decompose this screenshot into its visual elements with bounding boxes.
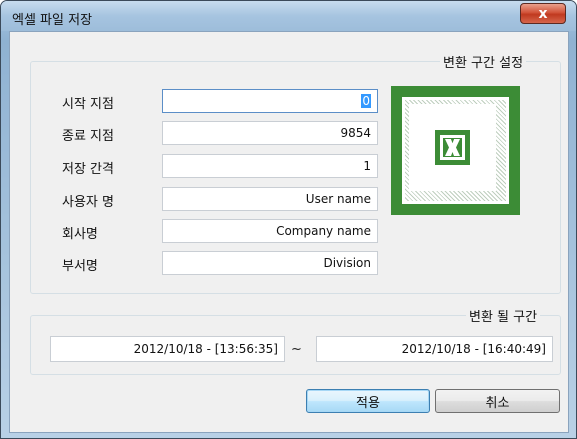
apply-button[interactable]: 적용 bbox=[306, 389, 430, 413]
cancel-button-label: 취소 bbox=[485, 395, 510, 411]
save-interval-label: 저장 간격 bbox=[62, 162, 114, 177]
division-label: 부서명 bbox=[62, 259, 98, 274]
range-end-input[interactable]: 2012/10/18 - [16:40:49] bbox=[316, 336, 553, 362]
cancel-button[interactable]: 취소 bbox=[435, 389, 560, 413]
window-title: 엑셀 파일 저장 bbox=[12, 13, 93, 28]
end-point-value: 9854 bbox=[340, 126, 371, 140]
company-name-input[interactable]: Company name bbox=[162, 219, 378, 243]
company-name-value: Company name bbox=[276, 224, 371, 238]
converted-range-title: 변환 될 구간 bbox=[466, 306, 541, 325]
excel-x-glyph bbox=[435, 130, 470, 165]
dialog-window: 엑셀 파일 저장 x 변환 구간 설정 시작 지점 0 종료 지점 9854 저… bbox=[0, 0, 577, 439]
user-name-input[interactable]: User name bbox=[162, 187, 378, 211]
apply-button-label: 적용 bbox=[356, 395, 380, 411]
end-point-label: 종료 지점 bbox=[62, 129, 114, 144]
title-bar[interactable]: 엑셀 파일 저장 x bbox=[1, 1, 576, 31]
division-value: Division bbox=[323, 256, 371, 270]
end-point-input[interactable]: 9854 bbox=[162, 121, 378, 145]
range-separator: ~ bbox=[291, 342, 302, 357]
company-name-label: 회사명 bbox=[62, 227, 98, 242]
close-button[interactable]: x bbox=[520, 3, 566, 24]
save-interval-value: 1 bbox=[363, 159, 371, 173]
save-interval-input[interactable]: 1 bbox=[162, 154, 378, 178]
start-point-label: 시작 지점 bbox=[62, 97, 114, 112]
range-end-value: 2012/10/18 - [16:40:49] bbox=[401, 342, 546, 356]
close-icon: x bbox=[538, 5, 548, 22]
range-settings-title: 변환 구간 설정 bbox=[440, 52, 527, 71]
dialog-client-area: 변환 구간 설정 시작 지점 0 종료 지점 9854 저장 간격 1 사용자 … bbox=[9, 31, 569, 433]
start-point-input[interactable]: 0 bbox=[162, 89, 378, 113]
user-name-label: 사용자 명 bbox=[62, 195, 114, 210]
range-start-input[interactable]: 2012/10/18 - [13:56:35] bbox=[50, 336, 285, 362]
range-start-value: 2012/10/18 - [13:56:35] bbox=[133, 342, 278, 356]
excel-logo-icon bbox=[391, 86, 520, 215]
user-name-value: User name bbox=[305, 192, 371, 206]
division-input[interactable]: Division bbox=[162, 251, 378, 275]
start-point-value: 0 bbox=[361, 94, 371, 108]
